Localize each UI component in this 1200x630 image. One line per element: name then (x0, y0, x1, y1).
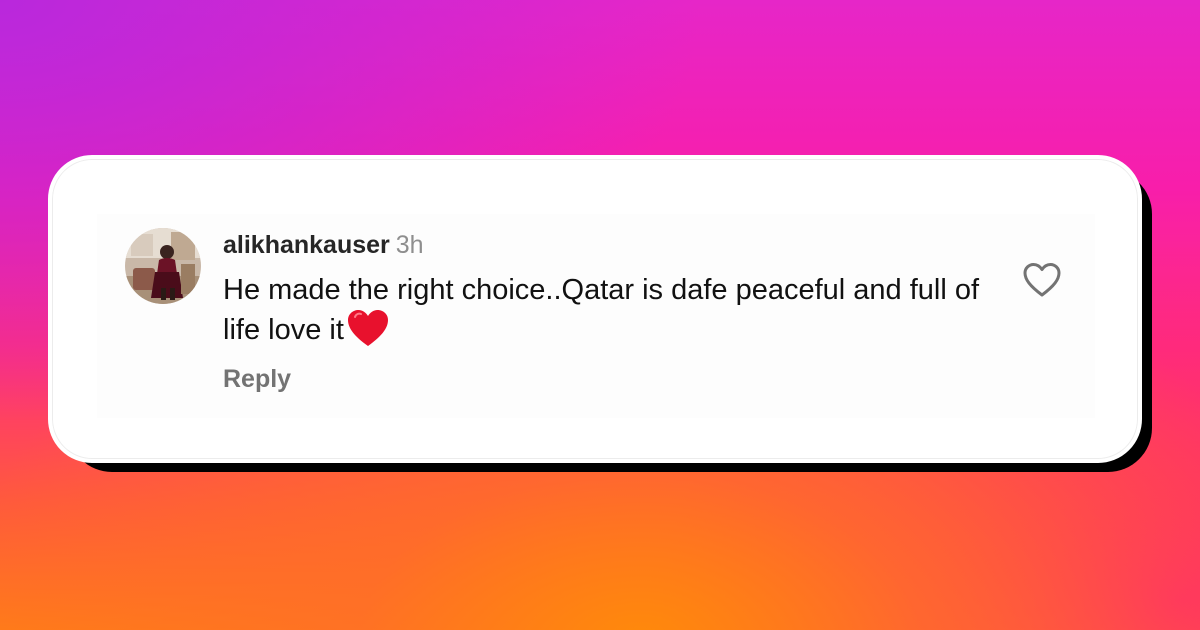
heart-outline-icon[interactable] (1021, 260, 1063, 300)
avatar[interactable] (125, 228, 201, 304)
comment-card: alikhankauser 3h He made the right choice… (48, 155, 1142, 463)
reply-button[interactable]: Reply (223, 364, 291, 394)
username[interactable]: alikhankauser (223, 231, 390, 259)
comment-body: He made the right choice..Qatar is dafe … (223, 272, 983, 348)
red-heart-emoji-icon (346, 308, 390, 348)
comment-item: alikhankauser 3h He made the right choice… (97, 214, 1095, 418)
comment-text: He made the right choice..Qatar is dafe … (223, 274, 980, 346)
comment-header: alikhankauser 3h (223, 230, 424, 260)
timestamp: 3h (395, 231, 424, 259)
avatar-photo (125, 228, 201, 304)
